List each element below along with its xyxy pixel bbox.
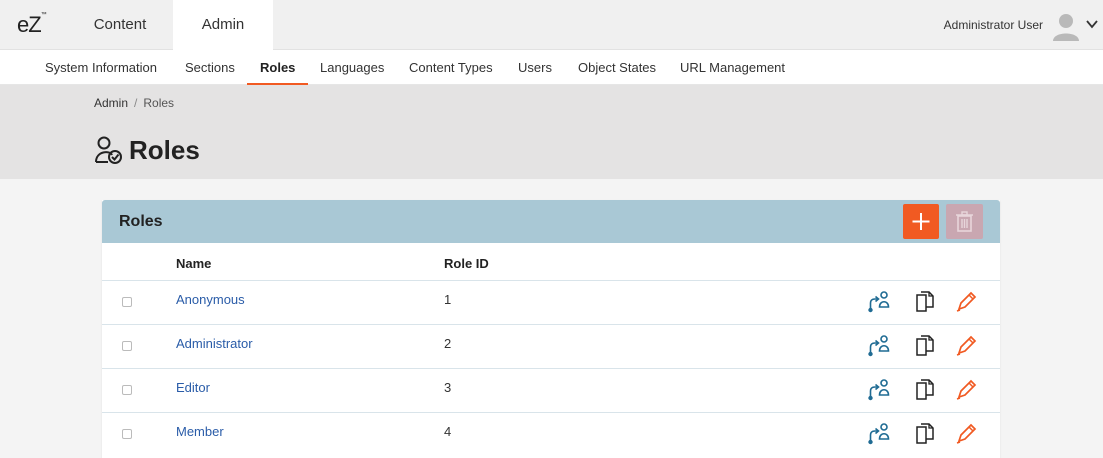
role-id: 1 xyxy=(444,292,452,307)
user-name[interactable]: Administrator User xyxy=(944,18,1043,32)
copy-icon[interactable] xyxy=(913,378,937,402)
copy-icon[interactable] xyxy=(913,334,937,358)
role-id: 3 xyxy=(444,380,452,395)
table-row: Administrator 2 xyxy=(102,324,1000,368)
role-id: 4 xyxy=(444,424,452,439)
plus-icon xyxy=(912,213,930,230)
table-row: Member 4 xyxy=(102,412,1000,456)
panel-header: Roles xyxy=(102,200,1000,243)
ez-logo[interactable]: eZ™ xyxy=(17,11,47,38)
assign-user-icon[interactable] xyxy=(867,334,891,358)
top-bar: eZ™ Content Admin Administrator User xyxy=(0,0,1103,50)
subnav-languages[interactable]: Languages xyxy=(320,50,384,85)
add-role-button[interactable] xyxy=(903,204,939,239)
row-checkbox[interactable] xyxy=(122,341,132,351)
logo-trademark: ™ xyxy=(40,11,47,18)
assign-user-icon[interactable] xyxy=(867,378,891,402)
chevron-down-icon[interactable] xyxy=(1085,17,1099,31)
breadcrumb-separator: / xyxy=(134,96,138,110)
subnav-object-states[interactable]: Object States xyxy=(578,50,656,85)
subnav-users[interactable]: Users xyxy=(518,50,552,85)
breadcrumb-admin[interactable]: Admin xyxy=(94,96,128,110)
tab-admin[interactable]: Admin xyxy=(173,0,273,50)
trash-icon xyxy=(956,211,973,232)
role-name-link[interactable]: Administrator xyxy=(176,336,253,351)
assign-user-icon[interactable] xyxy=(867,422,891,446)
subnav-system-information[interactable]: System Information xyxy=(45,50,157,85)
assign-user-icon[interactable] xyxy=(867,290,891,314)
role-name-link[interactable]: Editor xyxy=(176,380,210,395)
row-checkbox[interactable] xyxy=(122,385,132,395)
delete-role-button[interactable] xyxy=(946,204,983,239)
subnav-url-management[interactable]: URL Management xyxy=(680,50,785,85)
pencil-icon[interactable] xyxy=(954,334,978,358)
subnav-sections[interactable]: Sections xyxy=(185,50,235,85)
column-header-name[interactable]: Name xyxy=(176,256,211,271)
panel-title: Roles xyxy=(119,213,163,230)
roles-icon xyxy=(95,136,122,164)
role-name-link[interactable]: Anonymous xyxy=(176,292,245,307)
admin-subnav: System Information Sections Roles Langua… xyxy=(0,50,1103,85)
subnav-content-types[interactable]: Content Types xyxy=(409,50,493,85)
pencil-icon[interactable] xyxy=(954,378,978,402)
row-checkbox[interactable] xyxy=(122,429,132,439)
table-row: Editor 3 xyxy=(102,368,1000,412)
page-header: Admin / Roles Roles xyxy=(0,85,1103,179)
tab-content[interactable]: Content xyxy=(70,0,170,50)
page-title: Roles xyxy=(129,135,200,165)
roles-panel: Roles Name Role ID Anonymous 1 Administr… xyxy=(102,200,1000,458)
logo-text: eZ xyxy=(17,12,42,37)
pencil-icon[interactable] xyxy=(954,422,978,446)
pencil-icon[interactable] xyxy=(954,290,978,314)
copy-icon[interactable] xyxy=(913,422,937,446)
row-checkbox[interactable] xyxy=(122,297,132,307)
user-avatar-icon[interactable] xyxy=(1051,11,1081,41)
breadcrumb: Admin / Roles xyxy=(94,96,174,110)
column-header-role-id[interactable]: Role ID xyxy=(444,256,489,271)
subnav-roles[interactable]: Roles xyxy=(246,50,309,85)
role-id: 2 xyxy=(444,336,452,351)
breadcrumb-current: Roles xyxy=(143,96,175,110)
copy-icon[interactable] xyxy=(913,290,937,314)
table-row: Anonymous 1 xyxy=(102,280,1000,324)
role-name-link[interactable]: Member xyxy=(176,424,224,439)
